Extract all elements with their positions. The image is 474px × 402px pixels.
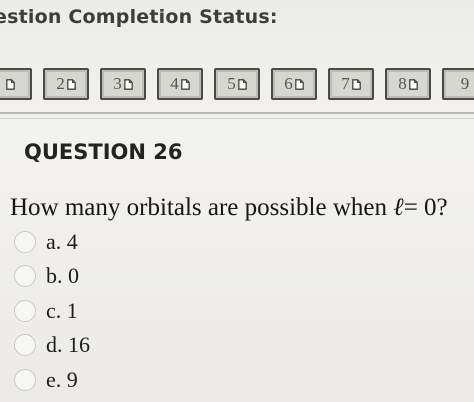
question-button-number: 2 [56, 74, 65, 93]
answer-label: e. 9 [46, 367, 78, 392]
question-button-3[interactable]: 3 [100, 68, 146, 100]
page-icon [123, 78, 133, 90]
question-button-number: 8 [398, 74, 407, 93]
page-icon [180, 78, 190, 90]
question-navigation: 2 3 4 5 6 7 8 9 [0, 68, 474, 102]
question-button-8[interactable]: 8 [385, 68, 431, 100]
question-button-9[interactable]: 9 [442, 68, 474, 100]
question-button-7[interactable]: 7 [328, 68, 374, 100]
answer-label: b. 0 [46, 263, 79, 288]
question-text-end: = 0? [403, 194, 448, 221]
completion-status-title: estion Completion Status: [0, 6, 278, 28]
answer-label: d. 16 [46, 332, 90, 357]
question-heading: QUESTION 26 [24, 140, 183, 164]
radio-button[interactable] [14, 334, 36, 356]
radio-button[interactable] [14, 369, 36, 391]
question-button-2[interactable]: 2 [43, 68, 89, 100]
question-button-number: 6 [284, 74, 293, 93]
ell-symbol: ℓ [393, 194, 404, 221]
section-divider [0, 112, 474, 114]
question-button-4[interactable]: 4 [157, 68, 203, 100]
page-icon [237, 78, 247, 90]
answer-option-d[interactable]: d. 16 [14, 329, 90, 361]
page-icon [351, 78, 361, 90]
radio-button[interactable] [14, 231, 36, 253]
page-icon [408, 78, 418, 90]
question-button-number: 7 [341, 74, 350, 93]
question-button-number: 5 [227, 74, 236, 93]
question-button-5[interactable]: 5 [214, 68, 260, 100]
answer-option-e[interactable]: e. 9 [14, 364, 78, 396]
question-text: How many orbitals are possible when ℓ= 0… [10, 194, 448, 222]
question-button-number: 4 [170, 74, 179, 93]
radio-button[interactable] [14, 265, 36, 287]
question-text-start: How many orbitals are possible when [10, 194, 394, 221]
answer-label: a. 4 [46, 229, 78, 254]
question-button-number: 3 [113, 74, 122, 93]
section-divider-light [0, 118, 474, 119]
answer-option-b[interactable]: b. 0 [14, 260, 79, 292]
answer-option-c[interactable]: c. 1 [14, 295, 78, 327]
answer-label: c. 1 [46, 298, 78, 323]
page-icon [66, 78, 76, 90]
question-button-6[interactable]: 6 [271, 68, 317, 100]
answer-option-a[interactable]: a. 4 [14, 226, 78, 258]
question-button-number: 9 [460, 74, 470, 93]
page-icon [5, 78, 15, 90]
page-icon [294, 78, 304, 90]
radio-button[interactable] [14, 300, 36, 322]
question-button-1[interactable] [0, 68, 32, 100]
